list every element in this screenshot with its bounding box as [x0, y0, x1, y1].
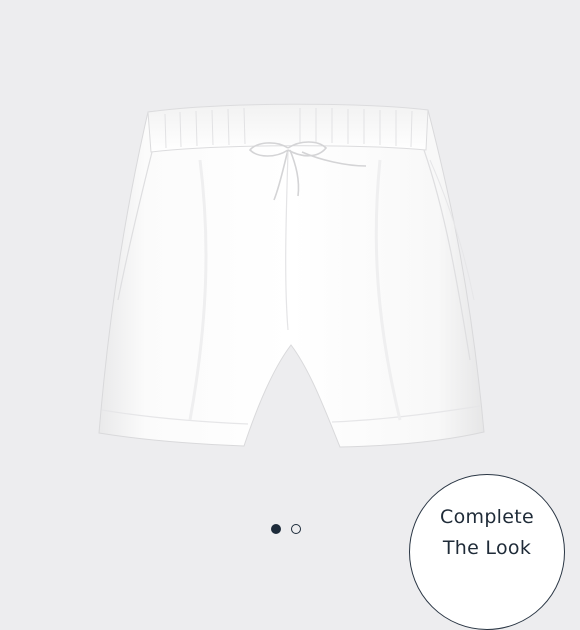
complete-the-look-button[interactable]: Complete The Look: [409, 474, 565, 630]
carousel-dot-2[interactable]: [291, 524, 301, 534]
carousel-dot-1[interactable]: [271, 524, 281, 534]
product-image: [98, 103, 485, 448]
carousel-dots: [271, 524, 301, 534]
complete-the-look-line1: Complete: [440, 506, 534, 528]
complete-the-look-line2: The Look: [442, 537, 532, 559]
waistband: [147, 103, 429, 153]
